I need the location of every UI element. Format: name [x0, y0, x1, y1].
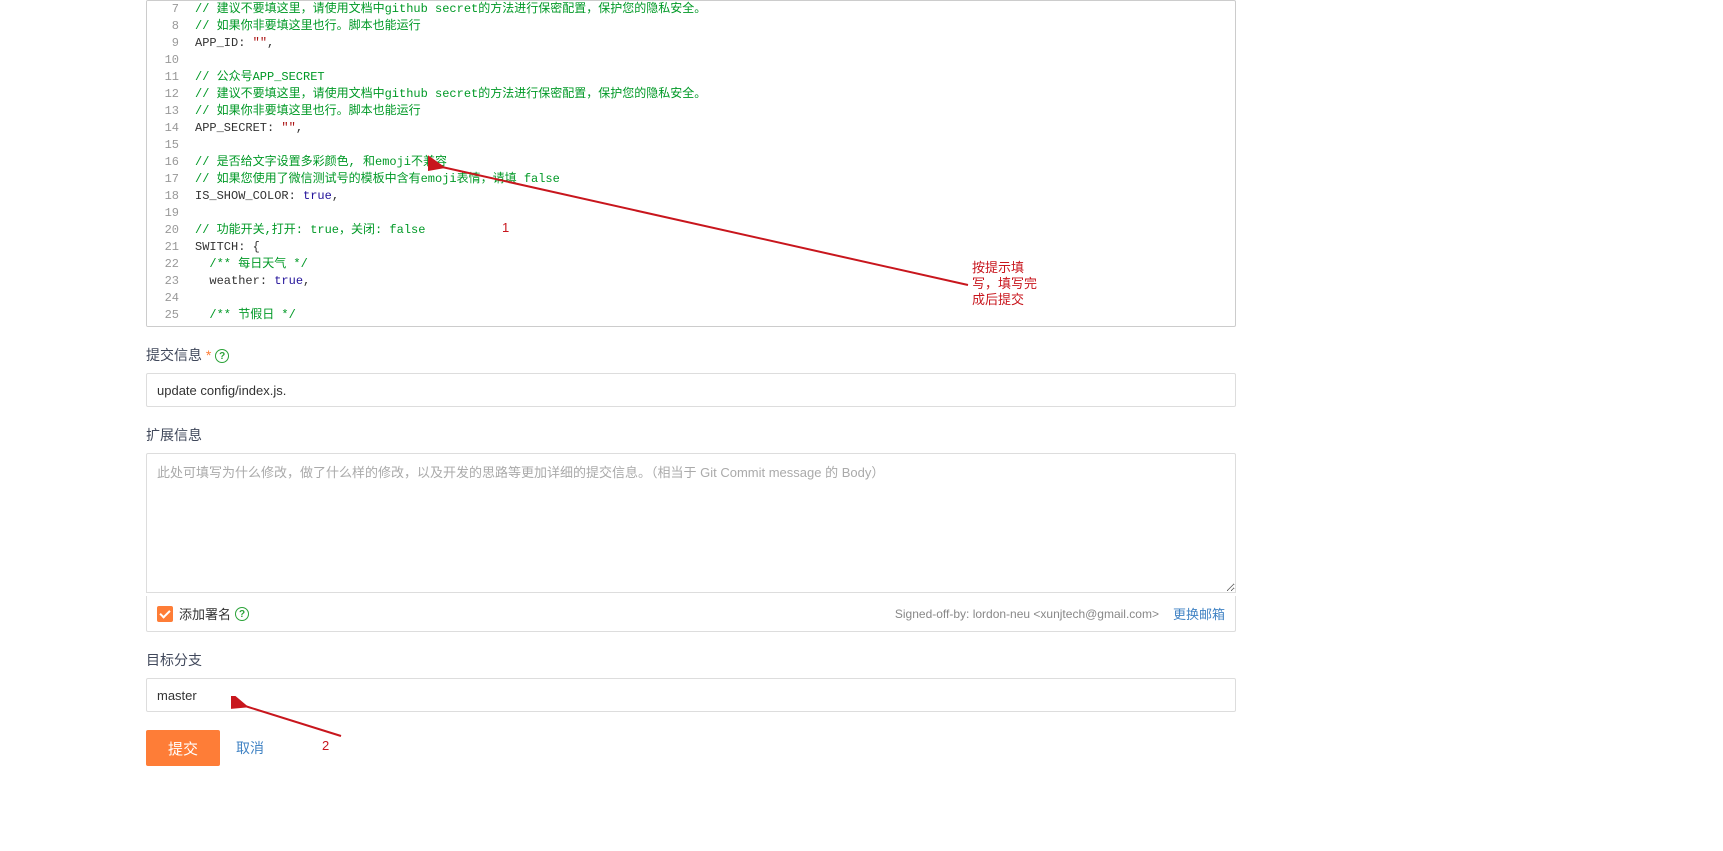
help-icon[interactable]: ? [235, 607, 249, 621]
annotation-number-2: 2 [322, 738, 329, 754]
page-container: 78910111213141516171819202122232425 // 建… [146, 0, 1236, 766]
extended-info-label: 扩展信息 [146, 425, 1236, 445]
extended-info-group: 扩展信息 添加署名 ? Signed-off-by: lordon-neu <x… [146, 425, 1236, 632]
code-content[interactable]: // 建议不要填这里，请使用文档中github secret的方法进行保密配置，… [187, 1, 1235, 324]
commit-message-input[interactable] [146, 373, 1236, 407]
target-branch-group: 目标分支 [146, 650, 1236, 712]
form-actions: 提交 取消 2 [146, 730, 1236, 766]
commit-message-label: 提交信息 * ? [146, 345, 1236, 365]
required-asterisk: * [206, 347, 211, 363]
commit-message-group: 提交信息 * ? [146, 345, 1236, 407]
signature-row: 添加署名 ? Signed-off-by: lordon-neu <xunjte… [146, 596, 1236, 632]
add-signature-label: 添加署名 [179, 604, 231, 623]
help-icon[interactable]: ? [215, 349, 229, 363]
code-gutter: 78910111213141516171819202122232425 [147, 1, 187, 326]
target-branch-label: 目标分支 [146, 650, 1236, 670]
add-signature-checkbox[interactable] [157, 606, 173, 622]
submit-button[interactable]: 提交 [146, 730, 220, 766]
commit-message-label-text: 提交信息 [146, 347, 202, 363]
code-editor[interactable]: 78910111213141516171819202122232425 // 建… [146, 0, 1236, 327]
cancel-button[interactable]: 取消 [236, 738, 264, 758]
target-branch-input[interactable] [146, 678, 1236, 712]
signed-off-text: Signed-off-by: lordon-neu <xunjtech@gmai… [895, 607, 1159, 621]
change-email-link[interactable]: 更换邮箱 [1173, 604, 1225, 623]
extended-info-textarea[interactable] [146, 453, 1236, 593]
